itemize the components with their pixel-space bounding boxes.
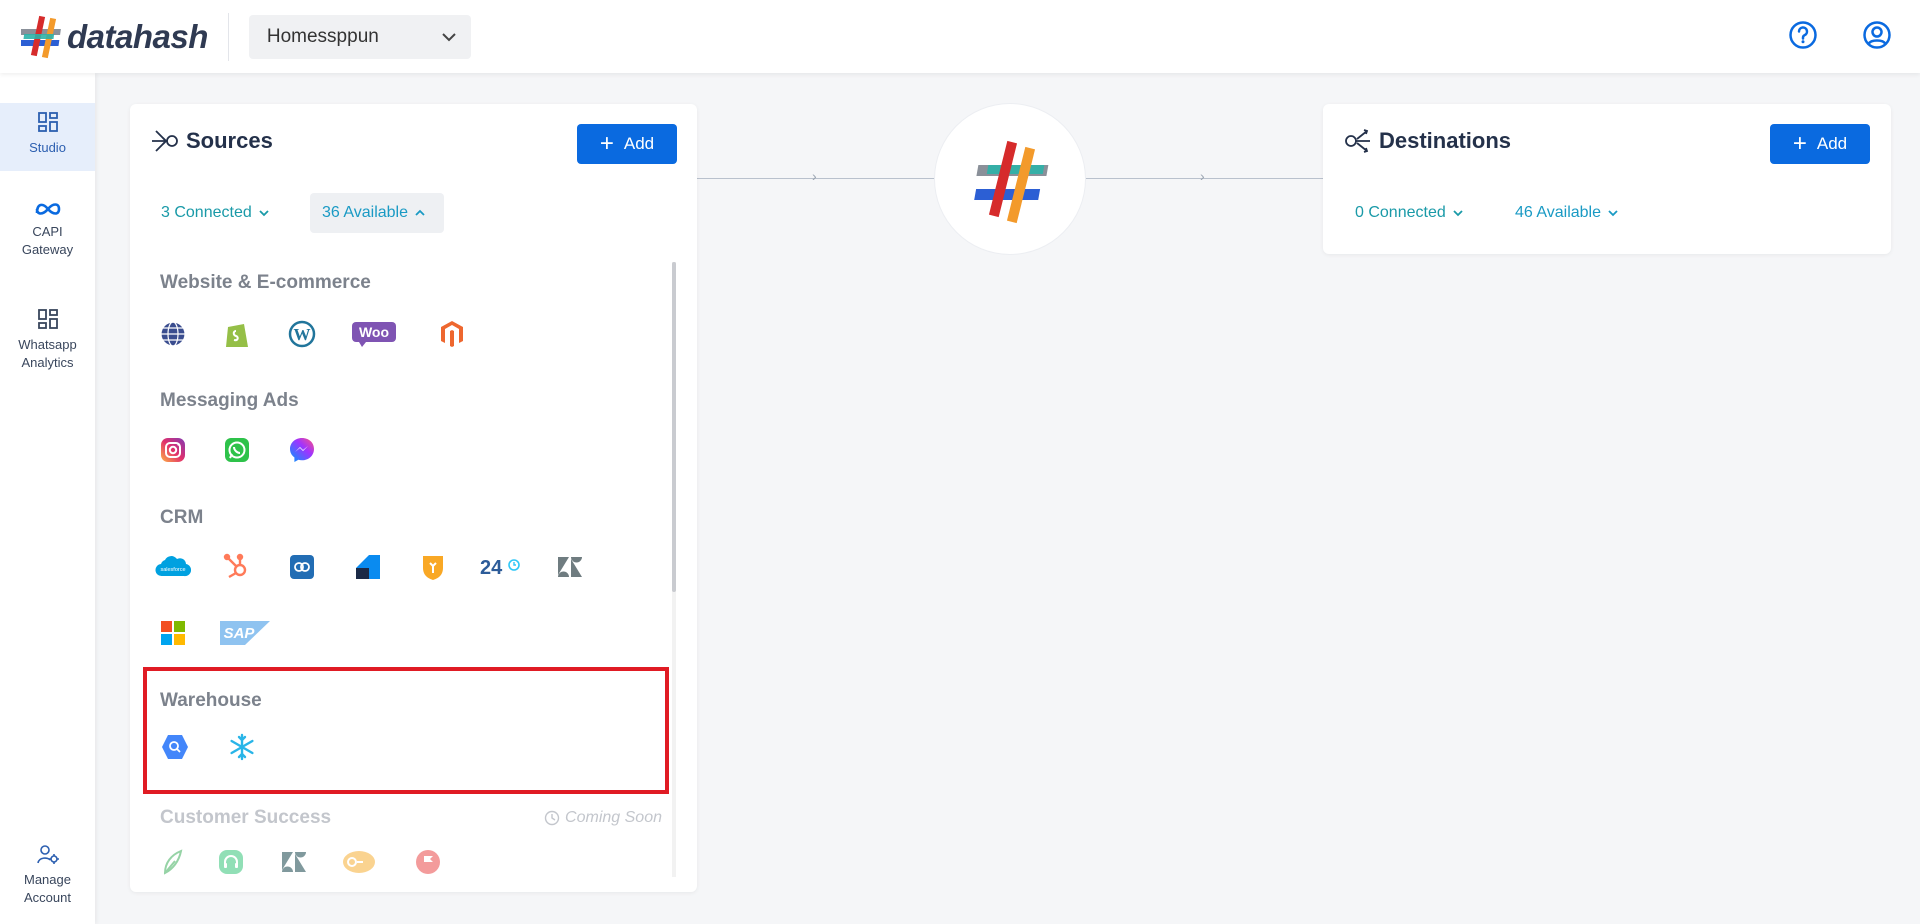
- sidebar-item-label: Studio: [29, 140, 66, 155]
- sidebar-item-label: Whatsapp: [18, 337, 77, 352]
- freshsales-icon[interactable]: [348, 547, 388, 587]
- whatsapp-icon[interactable]: [217, 430, 257, 470]
- sidebar: Studio CAPI Gateway Whatsapp Analytics M…: [0, 73, 95, 924]
- destinations-header: Destinations: [1343, 126, 1511, 156]
- pipedrive-icon[interactable]: [413, 547, 453, 587]
- sources-connected-label: 3 Connected: [161, 204, 252, 221]
- header-divider: [227, 12, 229, 61]
- plus-icon: +: [1792, 130, 1807, 157]
- sidebar-item-label-line2: Analytics: [21, 355, 74, 370]
- user-profile-icon[interactable]: [1862, 20, 1892, 50]
- datahash-logo[interactable]: datahash: [21, 14, 208, 60]
- sources-icon: [152, 130, 178, 152]
- top-bar: datahash Homessppun: [0, 0, 1920, 73]
- chevron-right-icon: ›: [812, 168, 817, 184]
- add-source-button[interactable]: + Add: [577, 124, 677, 164]
- destinations-connected-label: 0 Connected: [1355, 204, 1446, 221]
- plus-icon: +: [599, 130, 614, 157]
- svg-text:W: W: [294, 325, 311, 344]
- chevron-down-icon: [259, 210, 269, 217]
- zendesk-icon[interactable]: [550, 547, 590, 587]
- cs-flag-icon: [408, 842, 448, 877]
- clock-icon: [544, 810, 560, 826]
- chevron-down-icon: [442, 32, 456, 41]
- sidebar-item-label: Manage: [24, 872, 71, 887]
- messenger-icon[interactable]: [282, 430, 322, 470]
- sources-available-label: 36 Available: [322, 204, 408, 221]
- user-settings-icon: [36, 845, 59, 864]
- section-title: Website & E-commerce: [160, 272, 371, 293]
- project-selector-value: Homessppun: [266, 25, 379, 47]
- section-title: CRM: [160, 507, 204, 528]
- shopify-icon[interactable]: [217, 314, 257, 354]
- sources-title: Sources: [186, 128, 273, 153]
- sidebar-item-capi-gateway[interactable]: CAPI Gateway: [0, 201, 95, 259]
- sidebar-item-label-line2: Account: [24, 890, 71, 905]
- sidebar-item-studio[interactable]: Studio: [0, 103, 95, 171]
- svg-text:24: 24: [480, 557, 503, 579]
- woocommerce-icon[interactable]: Woo: [350, 314, 398, 354]
- sidebar-item-label: CAPI: [32, 224, 63, 239]
- sap-icon[interactable]: SAP: [217, 613, 273, 653]
- add-destination-label: Add: [1816, 134, 1848, 153]
- destinations-card: Destinations + Add 0 Connected 46 Availa…: [1323, 104, 1891, 254]
- hubspot-icon[interactable]: [217, 547, 257, 587]
- chevron-up-icon: [415, 209, 425, 216]
- cs-chat-icon: [338, 842, 380, 877]
- destinations-icon: [1345, 129, 1370, 153]
- svg-text:SAP: SAP: [224, 625, 256, 642]
- microsoft-icon[interactable]: [153, 613, 193, 653]
- section-title: Messaging Ads: [160, 390, 299, 411]
- bitrix24-icon[interactable]: 24: [478, 547, 526, 587]
- connector-line-left: [697, 178, 937, 179]
- sources-scrollbar-thumb[interactable]: [672, 262, 676, 592]
- destinations-title: Destinations: [1379, 128, 1512, 153]
- coming-soon-badge: Coming Soon: [544, 809, 662, 827]
- logo-wordmark: datahash: [67, 17, 208, 55]
- section-title: Customer Success: [160, 807, 332, 828]
- warehouse-highlight: [143, 667, 669, 794]
- project-selector[interactable]: Homessppun: [248, 14, 471, 59]
- sidebar-item-manage-account[interactable]: Manage Account: [0, 843, 95, 907]
- grid-icon: [37, 309, 58, 329]
- datahash-hash-icon: [974, 140, 1049, 224]
- cs-leaf-icon: [153, 842, 193, 877]
- meta-icon: [35, 203, 60, 215]
- sources-header: Sources: [150, 126, 273, 156]
- destinations-connected-dropdown[interactable]: 0 Connected: [1343, 193, 1476, 233]
- sidebar-item-whatsapp-analytics[interactable]: Whatsapp Analytics: [0, 308, 95, 372]
- chevron-down-icon: [1453, 210, 1463, 217]
- wordpress-icon[interactable]: W: [282, 314, 322, 354]
- add-destination-button[interactable]: + Add: [1770, 124, 1870, 164]
- coming-soon-label: Coming Soon: [565, 809, 662, 826]
- chevron-right-icon: ›: [1200, 168, 1205, 184]
- grid-icon: [37, 112, 58, 132]
- destinations-available-label: 46 Available: [1515, 204, 1601, 221]
- add-source-label: Add: [623, 134, 655, 153]
- sources-connected-dropdown[interactable]: 3 Connected: [149, 193, 282, 233]
- zendesk-icon: [274, 842, 314, 877]
- chevron-down-icon: [1608, 210, 1618, 217]
- sidebar-item-label-line2: Gateway: [21, 242, 74, 257]
- datahash-hub: [935, 104, 1085, 254]
- zoho-icon[interactable]: [282, 547, 322, 587]
- sources-available-dropdown[interactable]: 36 Available: [310, 193, 444, 233]
- magento-icon[interactable]: [432, 314, 472, 354]
- svg-text:Woo: Woo: [359, 324, 389, 340]
- datahash-logo-icon: [21, 15, 61, 58]
- cs-headset-icon: [211, 842, 251, 877]
- globe-icon[interactable]: [153, 314, 193, 354]
- instagram-icon[interactable]: [153, 430, 193, 470]
- svg-text:salesforce: salesforce: [160, 567, 185, 573]
- salesforce-icon[interactable]: salesforce: [153, 547, 193, 587]
- destinations-available-dropdown[interactable]: 46 Available: [1503, 193, 1631, 233]
- help-icon[interactable]: [1788, 20, 1818, 50]
